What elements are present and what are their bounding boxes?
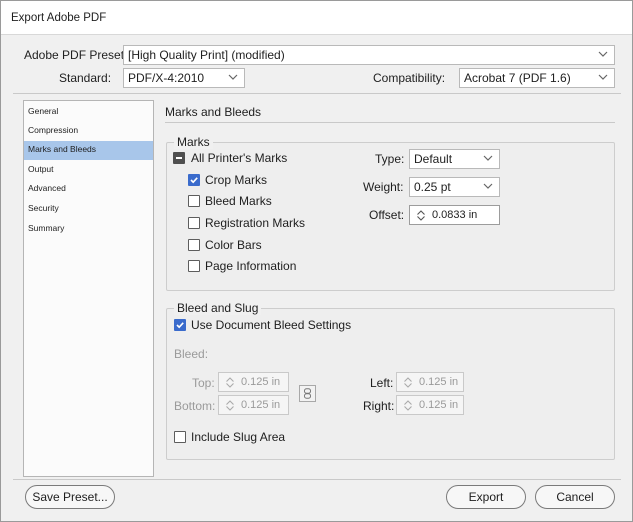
cancel-button[interactable]: Cancel [535, 485, 615, 509]
sidebar-item-label: Summary [28, 223, 65, 233]
bleed-slug-group-label: Bleed and Slug [174, 301, 262, 315]
chevron-down-icon [598, 49, 608, 59]
sidebar-item-security[interactable]: Security [24, 200, 153, 219]
sidebar-item-label: Output [28, 164, 54, 174]
sidebar-item-label: Security [28, 203, 59, 213]
sidebar-item-label: Compression [28, 125, 79, 135]
preset-dropdown[interactable]: [High Quality Print] (modified) [123, 45, 615, 65]
category-list: General Compression Marks and Bleeds Out… [23, 100, 154, 477]
weight-label: Weight: [363, 180, 404, 194]
bleed-right-value: 0.125 in [419, 399, 459, 411]
weight-dropdown[interactable]: 0.25 pt [409, 177, 500, 197]
offset-stepper[interactable]: 0.0833 in [409, 205, 500, 225]
standard-label: Standard: [59, 71, 112, 85]
include-slug-checkbox[interactable] [174, 431, 186, 443]
compatibility-label: Compatibility: [373, 71, 446, 85]
right-label: Right: [363, 399, 395, 413]
crop-marks-label: Crop Marks [205, 173, 268, 187]
sidebar-item-marks-and-bleeds[interactable]: Marks and Bleeds [24, 141, 153, 160]
compatibility-value: Acrobat 7 (PDF 1.6) [464, 71, 571, 85]
marks-group-label: Marks [174, 135, 213, 149]
save-preset-label: Save Preset... [32, 490, 108, 504]
weight-value: 0.25 pt [414, 180, 451, 194]
registration-marks-label: Registration Marks [205, 216, 306, 230]
sidebar-item-advanced[interactable]: Advanced [24, 180, 153, 199]
all-printers-marks-label: All Printer's Marks [191, 151, 288, 165]
bleed-top-value: 0.125 in [241, 376, 281, 388]
sidebar-item-summary[interactable]: Summary [24, 220, 153, 239]
cancel-label: Cancel [556, 490, 594, 504]
compatibility-dropdown[interactable]: Acrobat 7 (PDF 1.6) [459, 68, 615, 88]
sidebar-item-label: Marks and Bleeds [28, 144, 97, 154]
type-dropdown[interactable]: Default [409, 149, 500, 169]
page-information-label: Page Information [205, 259, 297, 273]
export-pdf-dialog: Export Adobe PDF Adobe PDF Preset: [High… [0, 0, 633, 522]
bleed-label: Bleed: [174, 347, 209, 361]
use-document-bleed-checkbox[interactable] [174, 319, 186, 331]
export-button[interactable]: Export [446, 485, 526, 509]
offset-value: 0.0833 in [432, 209, 478, 221]
chevron-down-icon [598, 72, 608, 82]
use-document-bleed-label: Use Document Bleed Settings [191, 318, 352, 332]
chevron-down-icon [483, 153, 493, 163]
bleed-bottom-stepper[interactable]: 0.125 in [218, 395, 289, 415]
sidebar-item-label: Advanced [28, 183, 66, 193]
all-printers-marks-checkbox[interactable] [173, 152, 185, 164]
type-value: Default [414, 152, 453, 166]
standard-value: PDF/X-4:2010 [128, 71, 205, 85]
left-label: Left: [370, 376, 394, 390]
stepper-arrows-icon [402, 376, 414, 389]
page-information-checkbox[interactable] [188, 260, 200, 272]
chevron-down-icon [483, 181, 493, 191]
crop-marks-checkbox[interactable] [188, 174, 200, 186]
include-slug-label: Include Slug Area [191, 430, 286, 444]
top-label: Top: [192, 376, 215, 390]
window-title: Export Adobe PDF [11, 12, 107, 24]
sidebar-item-output[interactable]: Output [24, 161, 153, 180]
section-divider [165, 122, 615, 123]
bleed-left-value: 0.125 in [419, 376, 459, 388]
bleed-right-stepper[interactable]: 0.125 in [396, 395, 464, 415]
chain-link-button[interactable] [299, 385, 316, 402]
chain-link-icon [304, 388, 311, 399]
preset-label: Adobe PDF Preset: [24, 48, 128, 62]
bleed-marks-label: Bleed Marks [205, 194, 272, 208]
preset-value: [High Quality Print] (modified) [128, 48, 285, 62]
bleed-marks-checkbox[interactable] [188, 195, 200, 207]
sidebar-item-label: General [28, 106, 59, 116]
title-bar[interactable]: Export Adobe PDF [1, 1, 632, 35]
bleed-top-stepper[interactable]: 0.125 in [218, 372, 289, 392]
color-bars-label: Color Bars [205, 238, 262, 252]
sidebar-item-general[interactable]: General [24, 103, 153, 122]
bleed-bottom-value: 0.125 in [241, 399, 281, 411]
bleed-left-stepper[interactable]: 0.125 in [396, 372, 464, 392]
type-label: Type: [375, 152, 405, 166]
save-preset-button[interactable]: Save Preset... [25, 485, 115, 509]
bottom-label: Bottom: [174, 399, 216, 413]
stepper-arrows-icon [402, 399, 414, 412]
color-bars-checkbox[interactable] [188, 239, 200, 251]
section-title: Marks and Bleeds [165, 105, 262, 119]
offset-label: Offset: [369, 208, 405, 222]
sidebar-item-compression[interactable]: Compression [24, 122, 153, 141]
stepper-arrows-icon [415, 209, 427, 222]
standard-dropdown[interactable]: PDF/X-4:2010 [123, 68, 245, 88]
footer-divider [13, 479, 621, 480]
registration-marks-checkbox[interactable] [188, 217, 200, 229]
export-label: Export [468, 490, 504, 504]
stepper-arrows-icon [224, 399, 236, 412]
header-divider [13, 93, 621, 94]
stepper-arrows-icon [224, 376, 236, 389]
chevron-down-icon [228, 72, 238, 82]
